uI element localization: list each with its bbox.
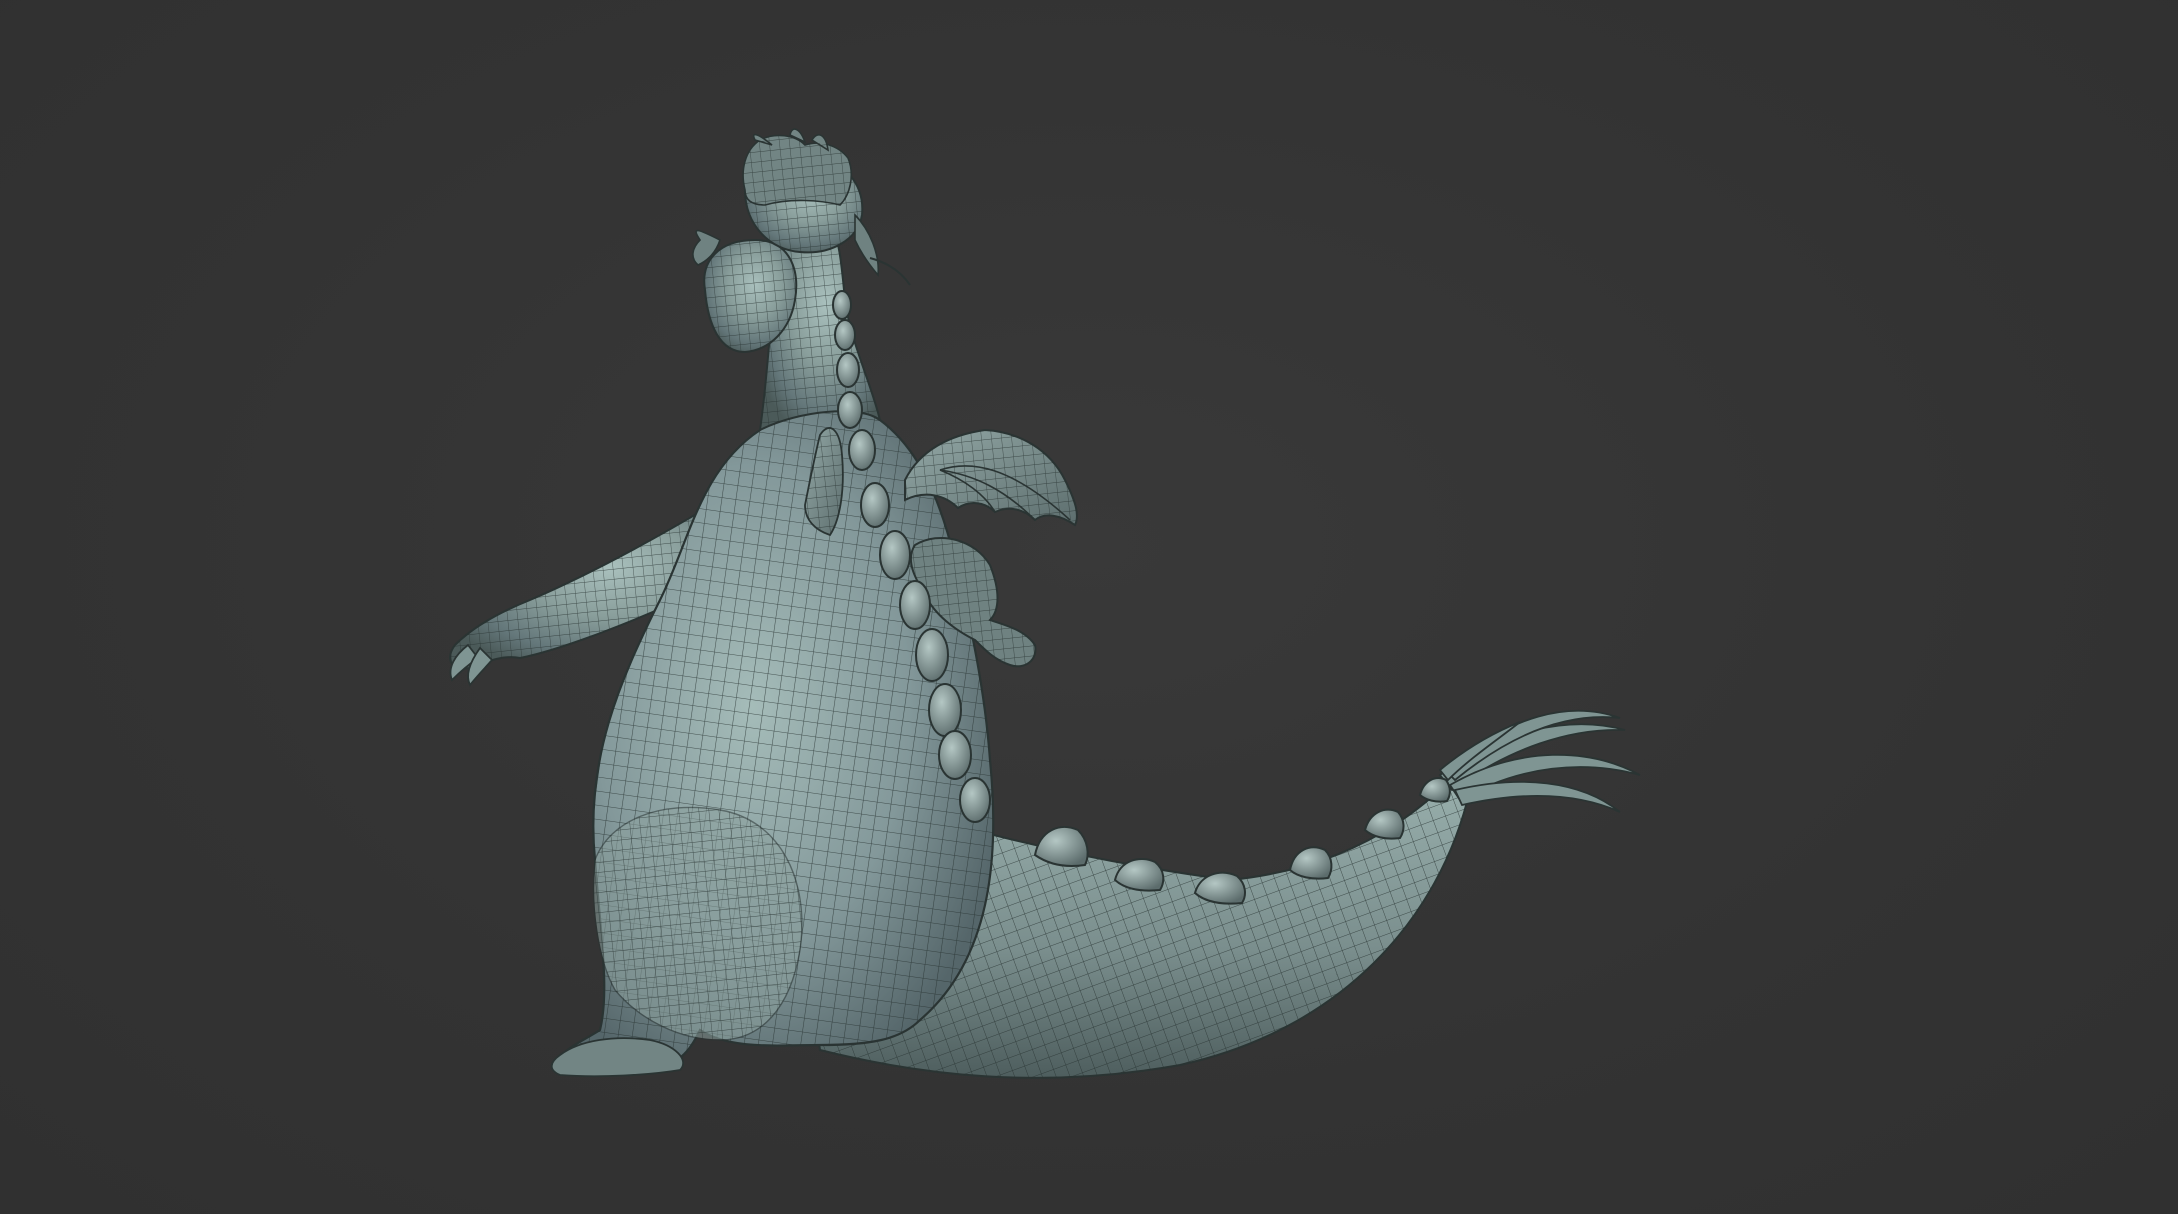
dragon-model xyxy=(449,128,1641,1079)
neck-head xyxy=(692,128,911,432)
3d-viewport[interactable] xyxy=(0,0,2178,1214)
body xyxy=(550,404,995,1078)
